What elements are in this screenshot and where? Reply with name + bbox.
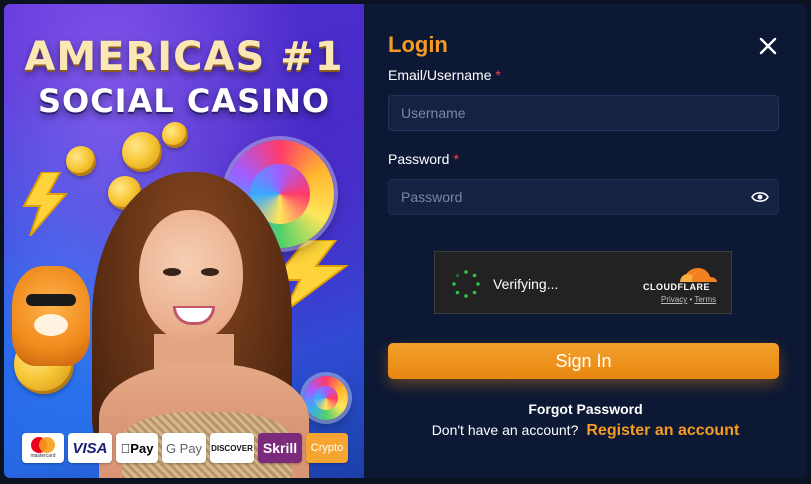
promo-subheadline: SOCIAL CASINO (37, 82, 331, 120)
promo-headline: AMERICAS #1 (24, 34, 344, 80)
login-modal: AMERICAS #1 SOCIAL CASINO mastercard VIS… (4, 4, 807, 478)
crypto-logo: Crypto (306, 433, 348, 463)
password-input[interactable] (388, 179, 779, 215)
eye-icon[interactable] (751, 190, 769, 204)
tiger-mascot (12, 266, 90, 366)
terms-link[interactable]: Terms (694, 295, 716, 304)
google-pay-logo: G Pay (162, 433, 206, 463)
cloudflare-brand: CLOUDFLARE (643, 282, 710, 292)
required-marker: * (495, 67, 501, 83)
cloudflare-captcha[interactable]: Verifying... CLOUDFLARE Privacy • Terms (434, 251, 732, 314)
login-title: Login (388, 32, 448, 57)
captcha-status: Verifying... (493, 276, 559, 292)
candy-ball (304, 376, 348, 420)
visa-logo: VISA (68, 433, 112, 463)
model-face (139, 210, 243, 342)
mastercard-logo: mastercard (22, 433, 64, 463)
sign-in-button[interactable]: Sign In (388, 343, 779, 379)
captcha-links: Privacy • Terms (661, 295, 717, 304)
no-account-text: Don't have an account? (431, 422, 579, 438)
email-label: Email/Username * (388, 67, 501, 83)
payment-methods: mastercard VISA Pay G Pay DISCOVER Skri… (22, 433, 348, 465)
spinner-icon (452, 270, 480, 298)
forgot-password-link[interactable]: Forgot Password (364, 401, 807, 417)
gold-coin (162, 122, 188, 148)
required-marker: * (453, 151, 459, 167)
cloudflare-logo-icon (680, 268, 717, 282)
promo-banner: AMERICAS #1 SOCIAL CASINO mastercard VIS… (4, 4, 364, 478)
login-panel: Login Email/Username* Password* (364, 4, 807, 478)
lightning-bolt-icon (22, 172, 69, 236)
password-label: Password * (388, 151, 459, 167)
skrill-logo: Skrill (258, 433, 302, 463)
register-link[interactable]: Register an account (586, 422, 739, 439)
username-input[interactable] (388, 95, 779, 131)
close-icon[interactable] (757, 35, 779, 57)
gold-coin (66, 146, 96, 176)
discover-logo: DISCOVER (210, 433, 254, 463)
register-row: Don't have an account? Register an accoun… (364, 422, 807, 440)
privacy-link[interactable]: Privacy (661, 295, 687, 304)
gold-coin (122, 132, 162, 172)
apple-pay-logo: Pay (116, 433, 158, 463)
